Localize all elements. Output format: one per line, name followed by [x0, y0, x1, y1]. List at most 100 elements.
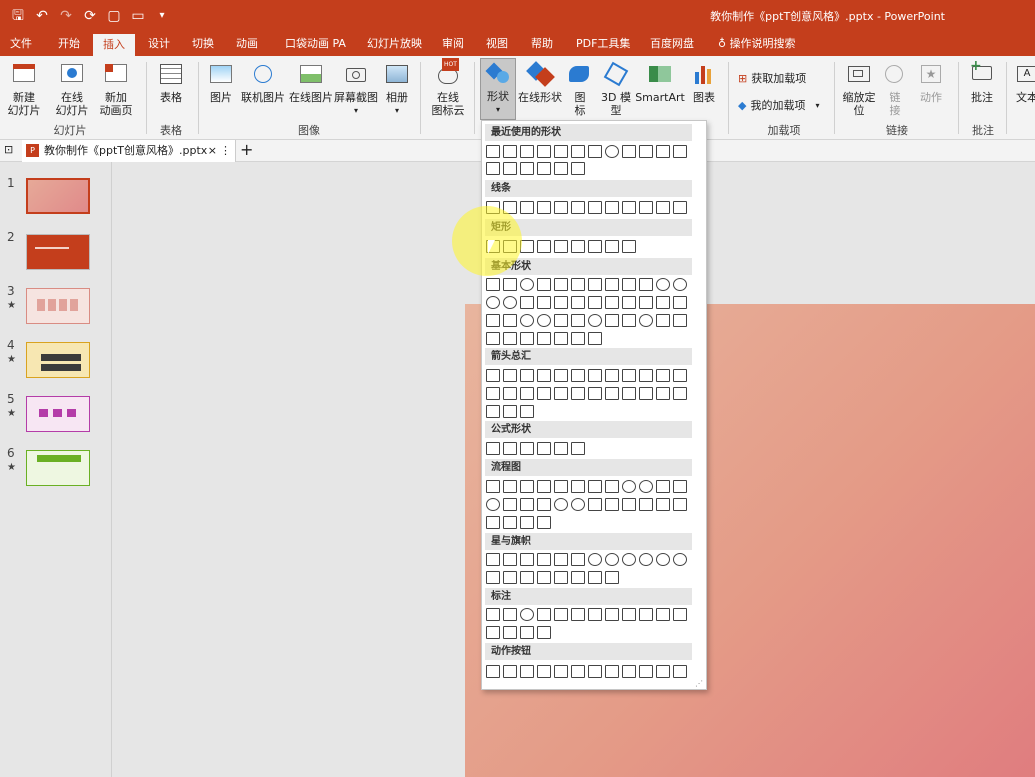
shape-item[interactable]: [571, 314, 585, 327]
shape-item[interactable]: [503, 387, 517, 400]
tab-baidu-pan[interactable]: 百度网盘: [650, 32, 694, 56]
screenshot-button[interactable]: 屏幕截图 ▾: [334, 60, 378, 117]
tab-insert[interactable]: 插入: [93, 34, 135, 56]
shape-item[interactable]: [520, 369, 534, 382]
slide-thumbnail-5[interactable]: [26, 396, 90, 432]
shape-item[interactable]: [554, 296, 568, 309]
slide-thumbnail-6[interactable]: [26, 450, 90, 486]
online-icons-button[interactable]: HOT 在线 图标云: [426, 58, 470, 117]
shape-item[interactable]: [520, 201, 534, 214]
shape-item[interactable]: [554, 665, 568, 678]
shape-item[interactable]: [554, 278, 568, 291]
shape-item[interactable]: [673, 665, 687, 678]
tab-list-icon[interactable]: ⊡: [4, 143, 13, 156]
shape-item[interactable]: [503, 162, 517, 175]
shape-item[interactable]: [622, 498, 636, 511]
tab-design[interactable]: 设计: [148, 32, 170, 56]
shape-item[interactable]: [673, 369, 687, 382]
tab-animations[interactable]: 动画: [236, 32, 258, 56]
shape-item[interactable]: [656, 296, 670, 309]
shape-item[interactable]: [571, 442, 585, 455]
shape-item[interactable]: [520, 553, 534, 566]
shape-item[interactable]: [537, 498, 551, 511]
shape-item[interactable]: [622, 480, 636, 493]
shape-item[interactable]: [622, 240, 636, 253]
shape-item[interactable]: [554, 162, 568, 175]
shape-item[interactable]: [639, 553, 653, 566]
shape-item[interactable]: [605, 296, 619, 309]
tab-pdf-tools[interactable]: PDF工具集: [576, 32, 630, 56]
shape-item[interactable]: [571, 332, 585, 345]
shape-item[interactable]: [571, 201, 585, 214]
shape-item[interactable]: [639, 480, 653, 493]
shape-item[interactable]: [503, 665, 517, 678]
shape-item[interactable]: [571, 498, 585, 511]
shape-item[interactable]: [503, 608, 517, 621]
table-button[interactable]: 表格: [154, 60, 188, 104]
shape-item[interactable]: [503, 442, 517, 455]
shape-item[interactable]: [503, 278, 517, 291]
shape-item[interactable]: [639, 278, 653, 291]
shape-item[interactable]: [520, 480, 534, 493]
tab-slideshow[interactable]: 幻灯片放映: [367, 32, 422, 56]
shape-item[interactable]: [554, 553, 568, 566]
shape-item[interactable]: [554, 314, 568, 327]
shape-item[interactable]: [639, 145, 653, 158]
shape-item[interactable]: [588, 608, 602, 621]
shape-item[interactable]: [673, 296, 687, 309]
shape-item[interactable]: [588, 553, 602, 566]
shape-item[interactable]: [520, 665, 534, 678]
shape-item[interactable]: [571, 480, 585, 493]
shape-item[interactable]: [656, 498, 670, 511]
tab-home[interactable]: 开始: [58, 32, 80, 56]
icons-button[interactable]: 图 标: [568, 60, 592, 117]
chart-button[interactable]: 图表: [688, 60, 720, 104]
tab-pocket-animation[interactable]: 口袋动画 PA: [285, 32, 346, 56]
shape-item[interactable]: [656, 665, 670, 678]
shape-item[interactable]: [656, 480, 670, 493]
shape-item[interactable]: [503, 314, 517, 327]
shape-item[interactable]: [486, 296, 500, 309]
customize-icon[interactable]: ▾: [152, 6, 172, 26]
shape-item[interactable]: [486, 626, 500, 639]
shape-item[interactable]: [486, 553, 500, 566]
new-animation-page-button[interactable]: 新加 动画页: [96, 60, 136, 117]
shape-item[interactable]: [622, 314, 636, 327]
redo-icon[interactable]: ↷: [56, 6, 76, 26]
shape-item[interactable]: [537, 626, 551, 639]
shape-item[interactable]: [605, 665, 619, 678]
shape-item[interactable]: [537, 553, 551, 566]
tab-transitions[interactable]: 切换: [192, 32, 214, 56]
shape-item[interactable]: [639, 369, 653, 382]
comment-button[interactable]: + 批注: [966, 59, 998, 104]
shape-item[interactable]: [673, 608, 687, 621]
new-icon[interactable]: ▢: [104, 6, 124, 26]
shape-item[interactable]: [656, 314, 670, 327]
new-tab-button[interactable]: +: [240, 140, 253, 160]
shape-item[interactable]: [537, 240, 551, 253]
shape-item[interactable]: [520, 498, 534, 511]
shape-item[interactable]: [571, 145, 585, 158]
smartart-button[interactable]: SmartArt: [635, 60, 685, 104]
3d-model-button[interactable]: 3D 模 型: [598, 60, 634, 117]
shape-item[interactable]: [622, 665, 636, 678]
shape-item[interactable]: [588, 332, 602, 345]
shape-item[interactable]: [486, 498, 500, 511]
shape-item[interactable]: [588, 571, 602, 584]
shape-item[interactable]: [503, 571, 517, 584]
shape-item[interactable]: [673, 498, 687, 511]
shape-item[interactable]: [520, 571, 534, 584]
shape-item[interactable]: [571, 162, 585, 175]
shape-item[interactable]: [605, 608, 619, 621]
shape-item[interactable]: [486, 387, 500, 400]
shape-item[interactable]: [605, 553, 619, 566]
shape-item[interactable]: [503, 369, 517, 382]
shape-item[interactable]: [486, 516, 500, 529]
shape-item[interactable]: [503, 516, 517, 529]
shape-item[interactable]: [520, 296, 534, 309]
shape-item[interactable]: [571, 553, 585, 566]
new-slide-button[interactable]: 新建 幻灯片: [4, 60, 44, 117]
shape-item[interactable]: [486, 405, 500, 418]
shape-item[interactable]: [673, 278, 687, 291]
shape-item[interactable]: [588, 498, 602, 511]
